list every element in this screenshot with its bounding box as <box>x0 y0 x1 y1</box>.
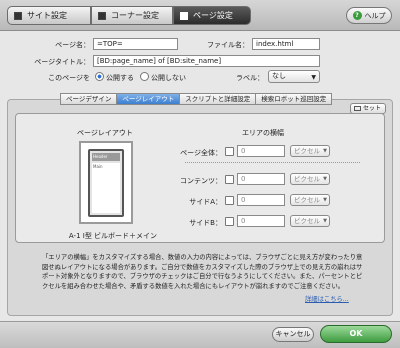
area-row-label: サイドB： <box>189 219 222 227</box>
page-name-label: ページ名： <box>55 41 90 49</box>
page-title-label: ページタイトル： <box>34 58 90 66</box>
publish-label: このページを <box>48 74 90 82</box>
tab-label: コーナー設定 <box>111 11 159 20</box>
side-b-width-checkbox[interactable] <box>225 217 234 226</box>
side-b-width-input[interactable]: 0 <box>237 215 285 227</box>
tab-icon <box>180 11 188 20</box>
tab-icon <box>14 11 22 20</box>
content-width-unit-select[interactable]: ピクセル ▼ <box>290 173 330 185</box>
chevron-down-icon: ▼ <box>311 74 316 81</box>
tab-label: ページ設定 <box>193 11 233 20</box>
label-value: なし <box>272 72 286 80</box>
content-width-input[interactable]: 0 <box>237 173 285 185</box>
ok-button[interactable]: OK <box>320 325 392 343</box>
area-width-title: エリアの横幅 <box>242 129 284 137</box>
area-row-label: ページ全体： <box>180 149 222 157</box>
publish-on-label: 公開する <box>106 74 134 82</box>
tab-site-settings[interactable]: サイト設定 <box>7 6 91 25</box>
area-row-label: サイドA： <box>189 198 222 206</box>
publish-on-radio[interactable] <box>95 72 104 81</box>
details-link[interactable]: 詳細はこちら... <box>305 294 349 303</box>
preview-header: Header <box>92 153 120 161</box>
side-a-width-unit-select[interactable]: ピクセル ▼ <box>290 194 330 206</box>
area-row-label: コンテンツ： <box>180 177 222 185</box>
page-title-input[interactable]: [BD:page_name] of [BD:site_name] <box>93 55 320 67</box>
chevron-down-icon: ▼ <box>323 218 327 224</box>
unit-label: ピクセル <box>294 217 320 225</box>
file-name-input[interactable]: index.html <box>252 38 320 50</box>
keyboard-icon <box>354 106 361 111</box>
publish-off-radio[interactable] <box>140 72 149 81</box>
side-b-width-unit-select[interactable]: ピクセル ▼ <box>290 215 330 227</box>
publish-off-label: 公開しない <box>151 74 186 82</box>
chevron-down-icon: ▼ <box>323 176 327 182</box>
subtab-page-layout[interactable]: ページレイアウト <box>116 93 181 105</box>
layout-caption: A-1 I型 ビルボード＋メイン <box>68 232 158 240</box>
page-width-input[interactable]: 0 <box>237 145 285 157</box>
side-a-width-input[interactable]: 0 <box>237 194 285 206</box>
unit-label: ピクセル <box>294 196 320 204</box>
chevron-down-icon: ▼ <box>323 197 327 203</box>
divider <box>185 162 360 163</box>
unit-label: ピクセル <box>294 175 320 183</box>
tab-corner-settings[interactable]: コーナー設定 <box>91 6 173 25</box>
subtab-page-design[interactable]: ページデザイン <box>60 93 118 105</box>
page-width-checkbox[interactable] <box>225 147 234 156</box>
tab-label: サイト設定 <box>27 11 67 20</box>
cancel-button[interactable]: キャンセル <box>272 327 314 342</box>
subtab-robot-crawl[interactable]: 検索ロボット巡回設定 <box>255 93 333 105</box>
label-select[interactable]: なし ▼ <box>268 70 320 83</box>
warning-note: 「エリアの横幅」をカスタマイズする場合、数値の入力の内容によっては、ブラウザごと… <box>42 254 363 290</box>
preview-main: Main <box>92 163 120 213</box>
help-button[interactable]: ? ヘルプ <box>346 7 392 24</box>
help-icon: ? <box>352 11 362 20</box>
layout-title: ページレイアウト <box>77 129 133 137</box>
help-label: ヘルプ <box>364 11 386 20</box>
page-name-input[interactable]: =TOP= <box>93 38 178 50</box>
set-label: セット <box>363 105 382 112</box>
page-width-unit-select[interactable]: ピクセル ▼ <box>290 145 330 157</box>
file-name-label: ファイル名： <box>207 41 249 49</box>
subtab-script-details[interactable]: スクリプトと詳細設定 <box>179 93 257 105</box>
layout-frame: Header Main <box>88 149 124 217</box>
subtab-bar: ページデザイン ページレイアウト スクリプトと詳細設定 検索ロボット巡回設定 <box>60 93 333 105</box>
chevron-down-icon: ▼ <box>323 148 327 154</box>
tab-icon <box>98 11 106 20</box>
unit-label: ピクセル <box>294 147 320 155</box>
tab-page-settings[interactable]: ページ設定 <box>173 6 251 25</box>
label-label: ラベル： <box>236 74 264 82</box>
layout-preview[interactable]: Header Main <box>79 141 133 224</box>
side-a-width-checkbox[interactable] <box>225 196 234 205</box>
content-width-checkbox[interactable] <box>225 175 234 184</box>
